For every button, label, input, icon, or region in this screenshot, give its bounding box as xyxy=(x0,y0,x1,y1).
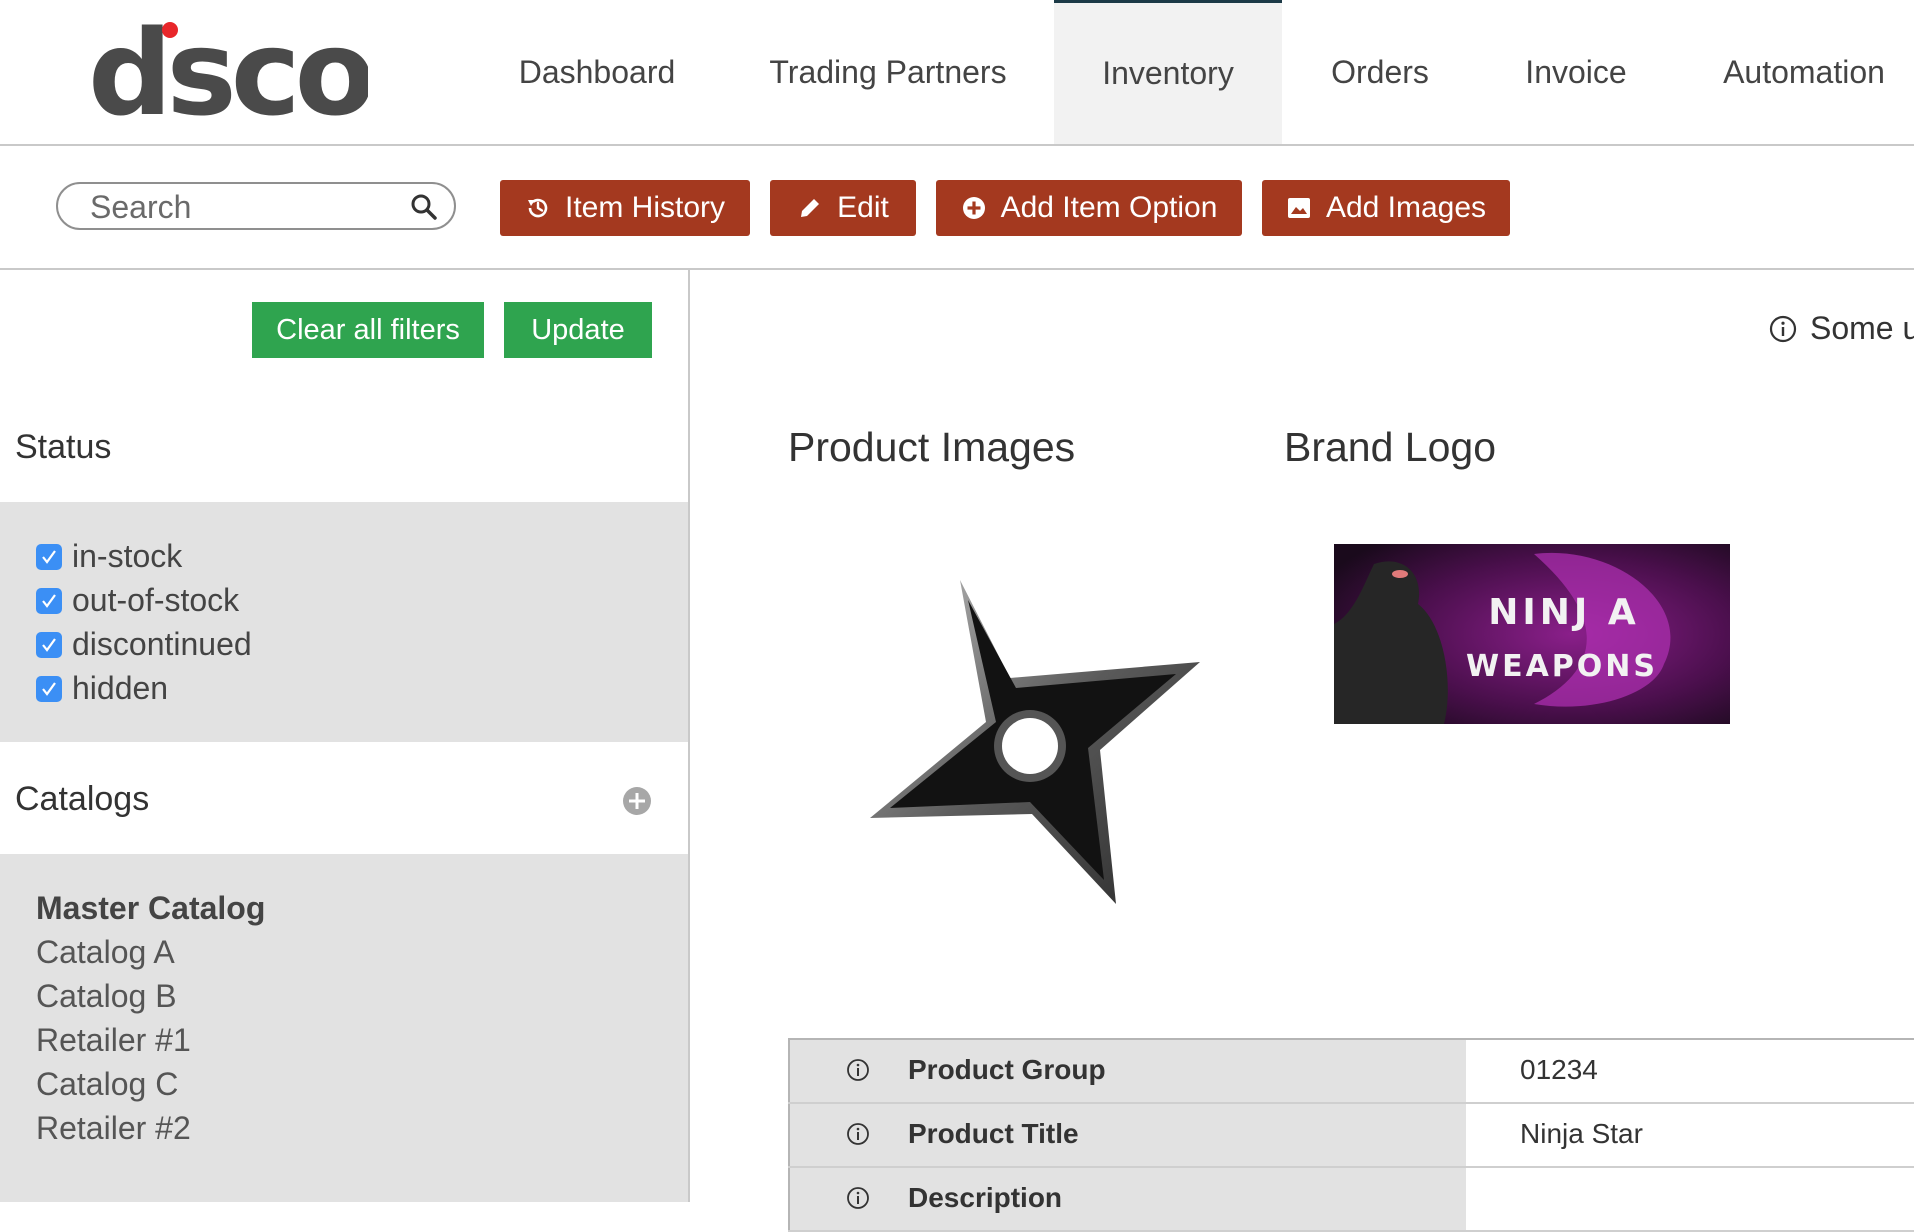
logo-text: dsco xyxy=(88,14,368,124)
table-row: Description xyxy=(788,1168,1914,1232)
status-hidden[interactable]: hidden xyxy=(36,670,168,707)
status-out-of-stock[interactable]: out-of-stock xyxy=(36,582,239,619)
table-key-cell: Description xyxy=(788,1168,1466,1230)
search-box[interactable] xyxy=(56,182,456,230)
history-icon xyxy=(527,198,548,218)
catalog-item-retailer-2[interactable]: Retailer #2 xyxy=(36,1110,191,1147)
edit-button[interactable]: Edit xyxy=(770,180,916,236)
status-label: in-stock xyxy=(72,538,183,574)
status-in-stock[interactable]: in-stock xyxy=(36,538,182,575)
brand-logo-line-1: NINJ A xyxy=(1488,592,1639,633)
checkbox-checked-icon[interactable] xyxy=(36,587,62,614)
add-item-option-button[interactable]: Add Item Option xyxy=(936,180,1242,236)
info-icon xyxy=(1769,315,1797,342)
info-notice: Some u xyxy=(1768,310,1914,347)
add-catalog-icon[interactable] xyxy=(622,786,652,816)
info-icon[interactable] xyxy=(846,1058,870,1082)
attribute-value[interactable]: Ninja Star xyxy=(1520,1118,1643,1150)
catalog-item-b[interactable]: Catalog B xyxy=(36,978,177,1015)
attribute-label: Product Title xyxy=(908,1118,1079,1149)
table-row: Product Title Ninja Star xyxy=(788,1104,1914,1168)
catalog-item-retailer-1[interactable]: Retailer #1 xyxy=(36,1022,191,1059)
add-images-label: Add Images xyxy=(1325,191,1487,224)
catalog-item-c[interactable]: Catalog C xyxy=(36,1066,178,1103)
add-item-option-label: Add Item Option xyxy=(1000,191,1218,224)
nav-dashboard[interactable]: Dashboard xyxy=(502,0,692,144)
product-images-heading: Product Images xyxy=(788,424,1076,470)
catalog-item-master[interactable]: Master Catalog xyxy=(36,890,265,927)
status-label: discontinued xyxy=(72,626,252,662)
table-row: Product Group 01234 xyxy=(788,1040,1914,1104)
brand-logo-heading: Brand Logo xyxy=(1284,424,1497,470)
product-attributes-table: Product Group 01234 Product Title Ninja … xyxy=(788,1038,1914,1232)
status-label: hidden xyxy=(72,670,169,706)
item-history-button[interactable]: Item History xyxy=(500,180,750,236)
product-image-ninja-star[interactable] xyxy=(870,570,1210,910)
search-input[interactable] xyxy=(88,188,392,226)
plus-circle-icon xyxy=(962,197,985,219)
logo-dot-icon xyxy=(162,22,178,38)
info-notice-text: Some u xyxy=(1810,310,1914,346)
catalog-item-a[interactable]: Catalog A xyxy=(36,934,175,971)
search-icon[interactable] xyxy=(410,193,438,221)
status-label: out-of-stock xyxy=(72,582,240,618)
edit-label: Edit xyxy=(837,191,889,224)
checkbox-checked-icon[interactable] xyxy=(36,543,62,570)
update-button[interactable]: Update xyxy=(504,302,652,358)
brand-logo-image[interactable]: NINJ A WEAPONS xyxy=(1334,544,1730,724)
nav-trading-partners[interactable]: Trading Partners xyxy=(758,0,1018,144)
status-section-title: Status xyxy=(15,428,112,466)
table-key-cell: Product Title xyxy=(788,1104,1466,1166)
attribute-value[interactable]: 01234 xyxy=(1520,1054,1598,1086)
checkbox-checked-icon[interactable] xyxy=(36,631,62,658)
table-key-cell: Product Group xyxy=(788,1040,1466,1102)
item-history-label: Item History xyxy=(564,191,726,224)
add-images-button[interactable]: Add Images xyxy=(1262,180,1510,236)
pencil-icon xyxy=(801,199,820,217)
info-icon[interactable] xyxy=(846,1122,870,1146)
attribute-label: Product Group xyxy=(908,1054,1106,1085)
nav-automation[interactable]: Automation xyxy=(1712,0,1896,144)
status-discontinued[interactable]: discontinued xyxy=(36,626,252,663)
nav-orders[interactable]: Orders xyxy=(1316,0,1444,144)
nav-inventory[interactable]: Inventory xyxy=(1054,0,1282,144)
dsco-logo[interactable]: dsco xyxy=(88,14,368,124)
checkbox-checked-icon[interactable] xyxy=(36,675,62,702)
top-navigation-bar: dsco Dashboard Trading Partners Inventor… xyxy=(0,0,1914,146)
clear-all-filters-button[interactable]: Clear all filters xyxy=(252,302,484,358)
nav-invoice[interactable]: Invoice xyxy=(1508,0,1644,144)
catalogs-section-title: Catalogs xyxy=(15,780,150,818)
brand-logo-line-2: WEAPONS xyxy=(1466,649,1658,684)
attribute-label: Description xyxy=(908,1182,1063,1213)
info-icon[interactable] xyxy=(846,1186,870,1210)
image-icon xyxy=(1287,198,1310,218)
